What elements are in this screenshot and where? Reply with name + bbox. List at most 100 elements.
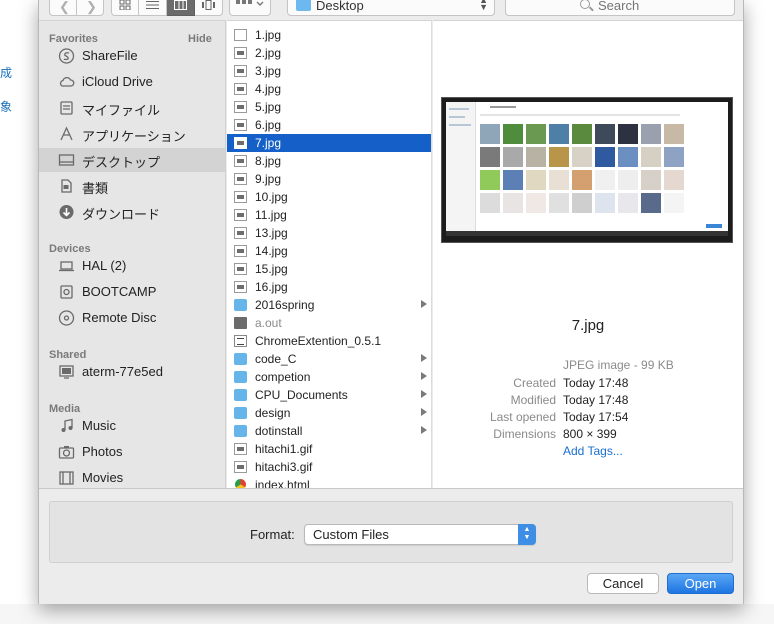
sidebar-item[interactable]: ShareFile: [39, 44, 225, 68]
folder-icon: [234, 299, 247, 311]
file-name: 5.jpg: [255, 100, 282, 114]
sidebar-item-label: Photos: [82, 444, 123, 459]
sidebar-item-label: マイファイル: [82, 103, 161, 118]
sidebar-item[interactable]: Movies: [39, 466, 225, 488]
add-tags-link[interactable]: Add Tags...: [563, 444, 623, 458]
image-file-icon: [234, 443, 247, 455]
file-row[interactable]: 6.jpg: [227, 116, 431, 134]
file-row[interactable]: design: [227, 404, 431, 422]
sidebar-item-label: Movies: [82, 470, 124, 485]
disclosure-arrow-icon: [421, 300, 427, 308]
file-row[interactable]: 11.jpg: [227, 206, 431, 224]
file-name: 2016spring: [255, 298, 315, 312]
folder-icon: [234, 353, 247, 365]
location-popup[interactable]: Desktop ▲ ▼: [287, 0, 495, 16]
list-view-button[interactable]: [139, 0, 167, 16]
cancel-button[interactable]: Cancel: [587, 573, 659, 594]
folder-icon: [234, 371, 247, 383]
cover-flow-button[interactable]: [195, 0, 223, 16]
sidebar-item[interactable]: aterm-77e5ed: [39, 360, 225, 384]
file-row[interactable]: 15.jpg: [227, 260, 431, 278]
file-row[interactable]: dotinstall: [227, 422, 431, 440]
file-row[interactable]: 9.jpg: [227, 170, 431, 188]
executable-icon: [234, 317, 247, 329]
updown-chevron-icon: ▲ ▼: [518, 524, 536, 545]
file-row[interactable]: code_C: [227, 350, 431, 368]
sidebar-item-label: iCloud Drive: [82, 74, 153, 89]
view-mode-control: [111, 0, 223, 16]
file-name: 2.jpg: [255, 46, 282, 60]
file-name: index.html: [255, 478, 310, 488]
thumbnail-tile: [618, 170, 638, 190]
all-my-files-icon: [60, 101, 73, 115]
metadata-label: Last opened: [489, 410, 556, 424]
sidebar-item[interactable]: iCloud Drive: [39, 70, 225, 94]
chrome-html-icon: [235, 479, 246, 488]
metadata-value: Today 17:48: [563, 393, 629, 407]
file-row[interactable]: 2.jpg: [227, 44, 431, 62]
sidebar-item[interactable]: Photos: [39, 440, 225, 464]
thumbnail-tile: [503, 193, 523, 213]
film-icon: [59, 471, 74, 485]
file-row[interactable]: 5.jpg: [227, 98, 431, 116]
column-view-button[interactable]: [167, 0, 195, 16]
file-row[interactable]: 14.jpg: [227, 242, 431, 260]
file-row[interactable]: 4.jpg: [227, 80, 431, 98]
back-button[interactable]: ❮: [49, 0, 77, 16]
thumbnail-tile: [549, 193, 569, 213]
open-button[interactable]: Open: [667, 573, 734, 594]
image-file-icon: [234, 65, 247, 77]
file-row[interactable]: 13.jpg: [227, 224, 431, 242]
file-name: 1.jpg: [255, 28, 282, 42]
file-row[interactable]: 16.jpg: [227, 278, 431, 296]
sidebar-item[interactable]: マイファイル: [39, 96, 225, 120]
file-row[interactable]: 2016spring: [227, 296, 431, 314]
search-input[interactable]: [598, 0, 718, 13]
document-icon: [234, 335, 247, 347]
sidebar-item[interactable]: 書類: [39, 174, 225, 198]
file-name: 3.jpg: [255, 64, 282, 78]
format-label: Format:: [250, 527, 295, 542]
file-row[interactable]: index.html: [227, 476, 431, 488]
sidebar-item[interactable]: BOOTCAMP: [39, 280, 225, 304]
image-file-icon: [234, 119, 247, 131]
list-icon: [146, 1, 159, 9]
icon-view-button[interactable]: [111, 0, 139, 16]
drive-icon: [60, 285, 73, 299]
format-select[interactable]: Custom Files ▲ ▼: [304, 524, 536, 545]
sidebar-item[interactable]: Remote Disc: [39, 306, 225, 330]
file-row[interactable]: a.out: [227, 314, 431, 332]
file-row[interactable]: 1.jpg: [227, 26, 431, 44]
file-row[interactable]: 8.jpg: [227, 152, 431, 170]
sidebar-item[interactable]: ダウンロード: [39, 200, 225, 224]
file-row[interactable]: hitachi3.gif: [227, 458, 431, 476]
arrange-button[interactable]: [229, 0, 271, 16]
file-row[interactable]: 10.jpg: [227, 188, 431, 206]
file-name: 4.jpg: [255, 82, 282, 96]
file-row[interactable]: competion: [227, 368, 431, 386]
file-row[interactable]: 3.jpg: [227, 62, 431, 80]
sidebar-item[interactable]: Music: [39, 414, 225, 438]
image-file-icon: [234, 101, 247, 113]
columns-icon: [174, 0, 187, 10]
file-row[interactable]: ChromeExtention_0.5.1: [227, 332, 431, 350]
search-field[interactable]: [505, 0, 735, 16]
metadata-label: Modified: [510, 393, 556, 407]
music-icon: [61, 418, 73, 432]
thumbnail-sidebar: [446, 102, 476, 236]
sidebar-item[interactable]: アプリケーション: [39, 122, 225, 146]
sidebar-item-label: HAL (2): [82, 258, 127, 273]
folder-icon: [234, 425, 247, 437]
forward-button[interactable]: ❯: [76, 0, 104, 16]
thumbnail-tile: [572, 147, 592, 167]
thumbnail-tile: [480, 193, 500, 213]
image-file-icon: [234, 191, 247, 203]
sidebar-item[interactable]: HAL (2): [39, 254, 225, 278]
file-row[interactable]: 7.jpg: [227, 134, 431, 152]
thumbnail-tile: [503, 147, 523, 167]
file-row[interactable]: hitachi1.gif: [227, 440, 431, 458]
file-row[interactable]: CPU_Documents: [227, 386, 431, 404]
thumbnail-tile: [641, 170, 661, 190]
sidebar-item-label: 書類: [82, 181, 109, 196]
sidebar-item[interactable]: デスクトップ: [39, 148, 225, 172]
